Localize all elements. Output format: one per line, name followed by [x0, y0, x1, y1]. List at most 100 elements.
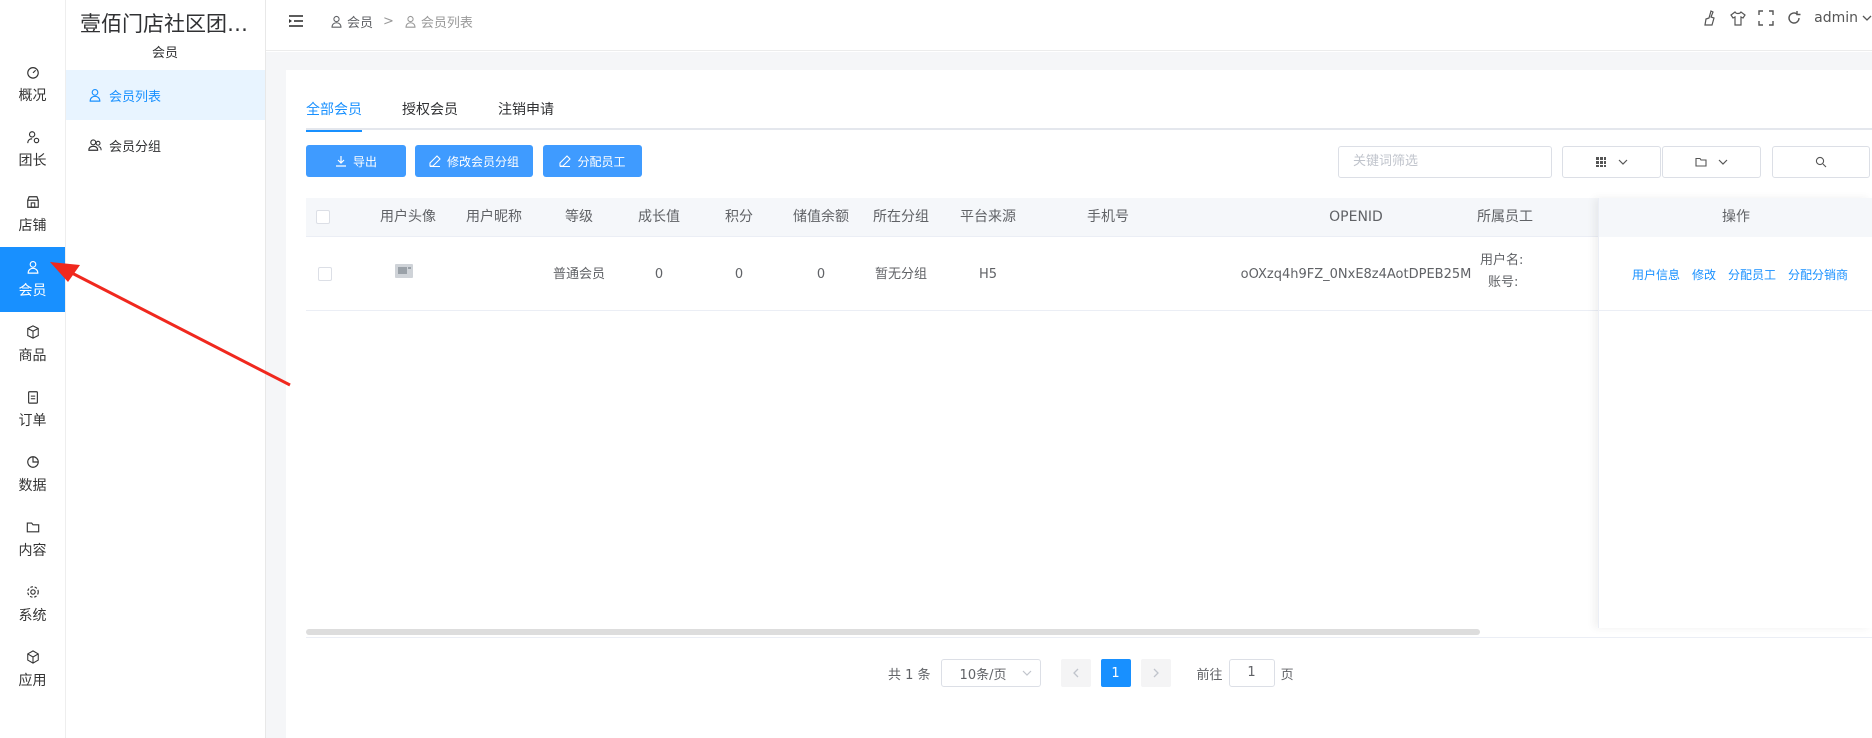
user-menu[interactable]: admin: [1814, 10, 1872, 26]
assign-distributor-link[interactable]: 分配分销商: [1788, 266, 1848, 283]
export-button[interactable]: 导出: [306, 145, 406, 177]
avatar: [395, 264, 413, 278]
keyword-search-input[interactable]: 关键词筛选: [1338, 146, 1552, 178]
grid-icon: [1595, 157, 1606, 167]
user-info-link[interactable]: 用户信息: [1632, 266, 1680, 283]
assign-staff-button[interactable]: 分配员工: [543, 145, 642, 177]
submenu-item-member-group[interactable]: 会员分组: [66, 120, 266, 170]
top-header: 会员 > 会员列表 admin: [266, 0, 1872, 51]
submenu-item-member-list[interactable]: 会员列表: [66, 70, 266, 120]
tab-all-members[interactable]: 全部会员: [306, 96, 362, 132]
chevron-down-icon: [1618, 159, 1627, 165]
group-cell: 暂无分组: [874, 267, 927, 282]
assign-staff-label: 分配员工: [577, 154, 626, 169]
sub-menu: 会员列表 会员分组: [66, 70, 266, 170]
column-header: 储值余额: [793, 209, 849, 225]
level-cell: 普通会员: [552, 267, 605, 282]
folder-icon: [1694, 157, 1707, 167]
column-settings-dropdown[interactable]: [1562, 146, 1661, 178]
page-size-select[interactable]: 10条/页: [940, 659, 1041, 687]
pagination: 共 1 条 10条/页 1 前往 1 页: [888, 659, 1294, 687]
rail-label: 订单: [18, 412, 47, 429]
assign-staff-link[interactable]: 分配员工: [1728, 266, 1776, 283]
folder-dropdown[interactable]: [1662, 146, 1761, 178]
refresh-icon[interactable]: [1786, 10, 1802, 26]
submenu-label: 会员列表: [109, 89, 162, 105]
total-count: 共 1 条: [888, 667, 931, 683]
edit-link[interactable]: 修改: [1692, 266, 1716, 283]
header-tools: admin: [1702, 10, 1872, 26]
column-header: 所属员工: [1477, 209, 1533, 225]
goto-label: 前往: [1196, 667, 1223, 683]
pie-icon: [26, 455, 39, 468]
column-header: 平台来源: [960, 209, 1016, 225]
column-header: OPENID: [1329, 209, 1383, 225]
edit-icon: [429, 155, 441, 167]
select-all-checkbox[interactable]: [316, 210, 330, 224]
chevron-down-icon: [1718, 159, 1727, 165]
broom-icon[interactable]: [1702, 10, 1718, 26]
rail-item-data[interactable]: 数据: [0, 442, 65, 507]
user-icon: [405, 15, 416, 28]
column-header: 操作: [1599, 198, 1872, 237]
balance-cell: 0: [816, 267, 826, 282]
section-title: 会员: [152, 46, 179, 61]
rail-label: 团长: [18, 152, 47, 169]
box-icon: [26, 324, 39, 339]
chevron-right-icon: [1153, 668, 1159, 678]
shirt-icon[interactable]: [1730, 10, 1746, 26]
download-icon: [335, 156, 346, 167]
growth-cell: 0: [654, 267, 664, 282]
submenu-label: 会员分组: [109, 139, 162, 155]
staff-cell: 用户名: 账号:: [1480, 250, 1570, 294]
page-size-value: 10条/页: [959, 667, 1007, 683]
prev-page-button[interactable]: [1060, 659, 1091, 687]
user-icon: [331, 15, 342, 28]
search-icon: [1815, 156, 1827, 168]
leader-icon: [26, 130, 39, 143]
rail-label: 应用: [18, 672, 47, 689]
row-checkbox[interactable]: [318, 267, 332, 281]
menu-fold-icon[interactable]: [288, 13, 304, 29]
chevron-down-icon: [1022, 670, 1031, 676]
rail-label: 概况: [18, 87, 47, 104]
rail-label: 数据: [18, 477, 47, 494]
edit-group-button[interactable]: 修改会员分组: [415, 145, 533, 177]
column-header: 所在分组: [873, 209, 929, 225]
search-button[interactable]: [1772, 146, 1870, 178]
rail-label: 店铺: [18, 217, 47, 234]
staff-username-label: 用户名:: [1480, 253, 1524, 268]
rail-item-content[interactable]: 内容: [0, 507, 65, 572]
gear-icon: [26, 585, 39, 598]
breadcrumb-item[interactable]: 会员: [347, 12, 373, 31]
edit-group-label: 修改会员分组: [446, 154, 519, 169]
points-cell: 0: [734, 267, 744, 282]
page-unit-label: 页: [1280, 667, 1294, 683]
rail-item-overview[interactable]: 概况: [0, 52, 65, 117]
column-header: 等级: [565, 209, 593, 225]
table-bottom-border: [306, 637, 1872, 638]
column-header: 积分: [725, 209, 753, 225]
goto-page-input[interactable]: 1: [1228, 659, 1275, 687]
rail-item-leader[interactable]: 团长: [0, 117, 65, 182]
tab-cancellation-requests[interactable]: 注销申请: [498, 96, 554, 130]
next-page-button[interactable]: [1140, 659, 1171, 687]
dashboard-icon: [26, 66, 39, 79]
app-title: 壹佰门店社区团…: [80, 12, 248, 36]
rail-item-store[interactable]: 店铺: [0, 182, 65, 247]
page-number-current[interactable]: 1: [1100, 659, 1131, 687]
breadcrumb: 会员 > 会员列表: [330, 12, 473, 31]
cube-icon: [26, 649, 39, 664]
staff-account-label: 账号:: [1488, 275, 1519, 290]
horizontal-scrollbar[interactable]: [306, 629, 1480, 635]
row-actions: 用户信息 修改 分配员工 分配分销商: [1632, 238, 1848, 311]
user-icon: [27, 260, 38, 274]
rail-item-system[interactable]: 系统: [0, 572, 65, 637]
rail-item-apps[interactable]: 应用: [0, 637, 65, 702]
rail-label: 系统: [18, 607, 47, 624]
tab-authorized-members[interactable]: 授权会员: [402, 96, 458, 130]
annotation-arrow-icon: [50, 262, 291, 387]
openid-cell: oOXzq4h9FZ_0NxE8z4AotDPEB25M: [1240, 267, 1472, 282]
fullscreen-icon[interactable]: [1758, 10, 1774, 26]
member-tabs: 全部会员 授权会员 注销申请: [306, 96, 1872, 132]
